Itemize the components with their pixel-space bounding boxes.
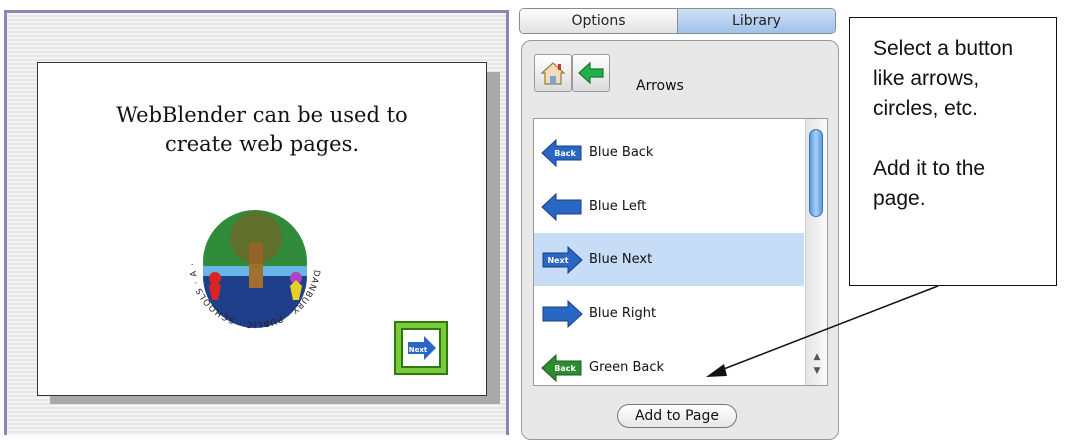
blue-right-arrow-icon	[542, 299, 583, 329]
callout-line1: Select a button	[873, 37, 1014, 60]
list-item-blue-back[interactable]: Back Blue Back	[534, 126, 804, 179]
scroll-up-arrow-icon[interactable]: ▲	[810, 351, 824, 363]
page-text-line1: WebBlender can be used to	[116, 103, 408, 127]
svg-text:Back: Back	[554, 364, 576, 373]
list-item-label: Green Back	[589, 360, 665, 375]
home-button[interactable]	[534, 54, 572, 92]
tab-options[interactable]: Options	[520, 9, 678, 33]
blue-back-arrow-icon: Back	[541, 138, 582, 168]
category-label: Arrows	[636, 78, 684, 94]
callout-line4: Add it to the	[873, 157, 986, 180]
callout-line3: circles, etc.	[873, 97, 979, 120]
callout-line5: page.	[873, 187, 926, 210]
back-button[interactable]	[572, 54, 610, 92]
list-item-blue-left[interactable]: Blue Left	[534, 180, 804, 233]
panel-tabs: Options Library	[519, 8, 836, 34]
next-arrow-icon[interactable]: Next	[394, 321, 448, 375]
list-item-label: Blue Right	[589, 306, 657, 321]
instruction-callout: Select a button like arrows, circles, et…	[849, 17, 1057, 286]
school-logo[interactable]: DANBURY · PUBLIC · SCHOOLS · A · COMMUNI…	[181, 188, 329, 336]
list-item-green-back[interactable]: Back Green Back	[534, 341, 804, 385]
green-back-arrow-icon: Back	[541, 353, 582, 383]
home-icon	[540, 62, 566, 85]
svg-text:Back: Back	[554, 149, 576, 158]
page-text-line2: create web pages.	[164, 132, 360, 156]
list-item-label: Blue Back	[589, 145, 654, 160]
scroll-down-arrow-icon[interactable]: ▼	[810, 365, 824, 377]
page-heading[interactable]: WebBlender can be used to create web pag…	[38, 101, 486, 159]
list-item-blue-right[interactable]: Blue Right	[534, 287, 804, 340]
list-item-label: Blue Next	[589, 252, 653, 267]
library-list: Back Blue Back Blue Left Next Blue Next …	[533, 118, 828, 386]
green-left-arrow-icon	[578, 61, 604, 85]
callout-line2: like arrows,	[873, 67, 980, 90]
list-item-blue-next[interactable]: Next Blue Next	[534, 233, 804, 286]
tab-library[interactable]: Library	[678, 9, 835, 33]
list-scrollbar[interactable]: ▲ ▼	[805, 119, 827, 385]
next-art-label: Next	[409, 346, 428, 354]
scroll-thumb[interactable]	[809, 129, 823, 217]
list-item-label: Blue Left	[589, 199, 647, 214]
web-page-canvas[interactable]: WebBlender can be used to create web pag…	[37, 62, 487, 396]
add-to-page-button[interactable]: Add to Page	[617, 404, 737, 428]
blue-left-arrow-icon	[541, 192, 582, 222]
blue-next-arrow-icon: Next	[542, 245, 583, 275]
svg-text:Next: Next	[547, 256, 568, 265]
